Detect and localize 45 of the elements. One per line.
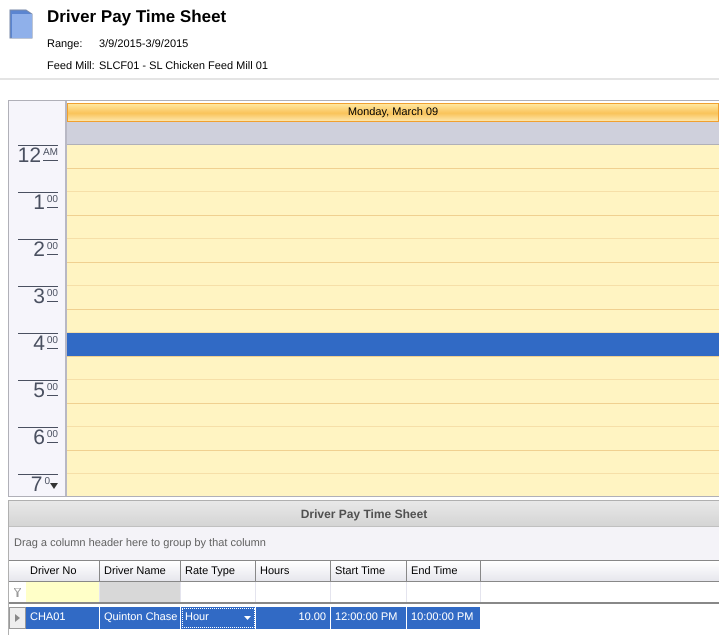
hour-suffix: 00 bbox=[46, 429, 58, 443]
table-cell: CHA01 bbox=[26, 606, 100, 629]
page-title: Driver Pay Time Sheet bbox=[47, 6, 228, 28]
hour-label: 7 bbox=[30, 476, 42, 496]
hour-label: 5 bbox=[33, 382, 45, 404]
group-panel[interactable]: Drag a column header here to group by that column bbox=[9, 527, 719, 560]
field-value: 3/9/2015-3/9/2015 bbox=[99, 38, 188, 50]
dropdown-caret-icon[interactable] bbox=[244, 616, 251, 620]
hour-label: 1 bbox=[33, 194, 45, 216]
table-cell: Quinton Chase bbox=[100, 606, 181, 629]
field-label: Feed Mill: bbox=[47, 60, 96, 72]
grid-title: Driver Pay Time Sheet bbox=[9, 501, 719, 527]
all-day-area[interactable] bbox=[67, 122, 719, 145]
table-row[interactable]: CHA01 Quinton Chase Hour 10.00 12:00:00 PM 10:00:00 PM bbox=[9, 606, 481, 629]
field-value: SLCF01 - SL Chicken Feed Mill 01 bbox=[99, 60, 268, 72]
row-indicator-icon bbox=[15, 614, 20, 622]
column-header[interactable]: Driver Name bbox=[100, 561, 181, 581]
column-header[interactable]: Rate Type bbox=[181, 561, 256, 581]
dropdown-field[interactable]: Hour bbox=[181, 606, 256, 629]
table-cell: 10.00 bbox=[256, 606, 331, 629]
hour-suffix: 00 bbox=[46, 335, 58, 349]
scroll-down-icon[interactable] bbox=[50, 483, 58, 489]
hour-label: 12 bbox=[18, 147, 41, 169]
column-header[interactable]: Driver No bbox=[26, 561, 100, 581]
hour-label: 2 bbox=[33, 241, 45, 263]
field-label: Range: bbox=[47, 38, 84, 50]
hour-suffix: 00 bbox=[46, 382, 58, 396]
filter-cell[interactable] bbox=[100, 582, 181, 602]
table-cell: 10:00:00 PM bbox=[407, 606, 481, 629]
filter-icon[interactable] bbox=[14, 588, 21, 596]
hour-label: 6 bbox=[33, 429, 45, 451]
day-header[interactable]: Monday, March 09 bbox=[67, 103, 719, 122]
hour-suffix: 0 bbox=[44, 476, 50, 489]
hour-suffix: 00 bbox=[46, 288, 58, 302]
hour-suffix: 00 bbox=[46, 241, 58, 255]
filter-cell[interactable] bbox=[26, 582, 100, 602]
column-header[interactable]: End Time bbox=[407, 561, 481, 581]
column-header[interactable]: Hours bbox=[256, 561, 331, 581]
hour-label: 3 bbox=[33, 288, 45, 310]
time-slot[interactable] bbox=[67, 333, 719, 356]
hour-suffix: AM bbox=[43, 147, 58, 161]
column-header[interactable]: Start Time bbox=[331, 561, 407, 581]
hour-label: 4 bbox=[33, 335, 45, 357]
hour-suffix: 00 bbox=[46, 194, 58, 208]
table-cell: 12:00:00 PM bbox=[331, 606, 407, 629]
